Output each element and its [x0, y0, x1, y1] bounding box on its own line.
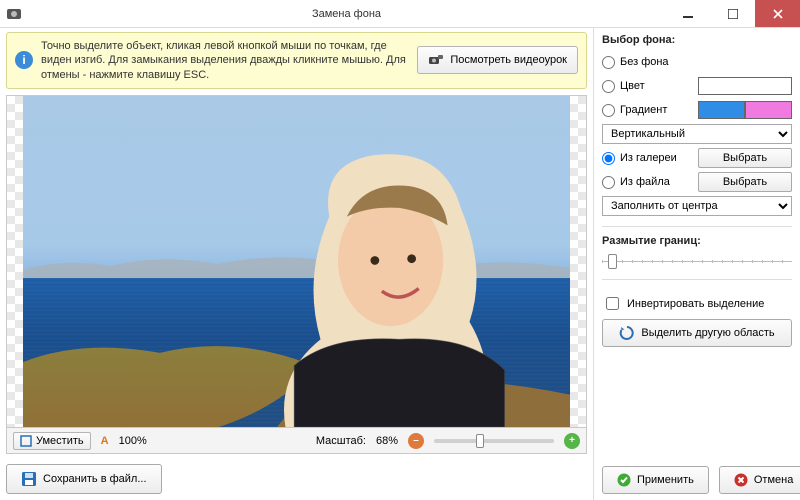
blur-heading: Размытие границ:	[602, 235, 792, 247]
app-icon	[0, 6, 28, 22]
zoom-value: 68%	[376, 435, 398, 447]
cancel-icon	[734, 473, 748, 487]
gradient-color-2[interactable]	[745, 101, 792, 119]
watch-video-button[interactable]: Посмотреть видеоурок	[417, 46, 578, 74]
refresh-icon	[619, 325, 635, 341]
save-to-file-button[interactable]: Сохранить в файл...	[6, 464, 162, 494]
choose-file-button[interactable]: Выбрать	[698, 172, 792, 192]
apply-label: Применить	[637, 474, 694, 486]
zoom-100-label[interactable]: 100%	[119, 435, 147, 447]
panel-heading: Выбор фона:	[602, 34, 792, 46]
minimize-button[interactable]	[665, 0, 710, 27]
zoom-a-icon: A	[101, 435, 109, 447]
cancel-button[interactable]: Отмена	[719, 466, 800, 494]
radio-color[interactable]: Цвет	[602, 80, 692, 93]
maximize-button[interactable]	[710, 0, 755, 27]
fit-icon	[20, 435, 32, 447]
zoom-out-button[interactable]: –	[408, 433, 424, 449]
bottom-button-row: Сохранить в файл...	[6, 464, 587, 494]
hint-bar: i Точно выделите объект, кликая левой кн…	[6, 32, 587, 89]
select-other-area-button[interactable]: Выделить другую область	[602, 319, 792, 347]
invert-selection-label: Инвертировать выделение	[627, 298, 764, 310]
fill-mode-select[interactable]: Заполнить от центра	[602, 196, 792, 216]
radio-from-gallery[interactable]: Из галереи	[602, 152, 692, 165]
radio-gradient[interactable]: Градиент	[602, 104, 692, 117]
background-panel: Выбор фона: Без фона Цвет Градиент Верти…	[594, 28, 800, 500]
check-icon	[617, 473, 631, 487]
zoom-caption: Масштаб:	[316, 435, 366, 447]
window-title: Замена фона	[28, 8, 665, 20]
title-bar: Замена фона	[0, 0, 800, 28]
foreground-subject	[209, 129, 537, 427]
save-icon	[21, 471, 37, 487]
radio-from-file[interactable]: Из файла	[602, 176, 692, 189]
info-icon: i	[15, 51, 33, 69]
select-other-area-label: Выделить другую область	[641, 327, 774, 339]
camera-icon	[428, 52, 444, 68]
gradient-direction-select[interactable]: Вертикальный	[602, 124, 792, 144]
save-label: Сохранить в файл...	[43, 473, 147, 485]
zoom-in-button[interactable]: +	[564, 433, 580, 449]
watch-video-label: Посмотреть видеоурок	[450, 54, 567, 66]
close-button[interactable]	[755, 0, 800, 27]
invert-selection-checkbox[interactable]	[606, 297, 619, 310]
transparency-right	[570, 96, 586, 427]
canvas-status-bar: Уместить A 100% Масштаб: 68% – +	[6, 428, 587, 454]
hint-text: Точно выделите объект, кликая левой кноп…	[41, 39, 409, 82]
apply-button[interactable]: Применить	[602, 466, 709, 494]
transparency-left	[7, 96, 23, 427]
window-controls	[665, 0, 800, 27]
gradient-color-1[interactable]	[698, 101, 745, 119]
color-swatch[interactable]	[698, 77, 792, 95]
composite-scene	[23, 96, 570, 427]
fit-label: Уместить	[36, 435, 84, 447]
gradient-swatches	[698, 101, 792, 119]
fit-button[interactable]: Уместить	[13, 432, 91, 450]
radio-no-background[interactable]: Без фона	[602, 56, 692, 69]
image-canvas[interactable]	[6, 95, 587, 428]
choose-gallery-button[interactable]: Выбрать	[698, 148, 792, 168]
zoom-slider[interactable]	[434, 439, 554, 443]
cancel-label: Отмена	[754, 474, 793, 486]
blur-slider[interactable]	[602, 260, 792, 263]
